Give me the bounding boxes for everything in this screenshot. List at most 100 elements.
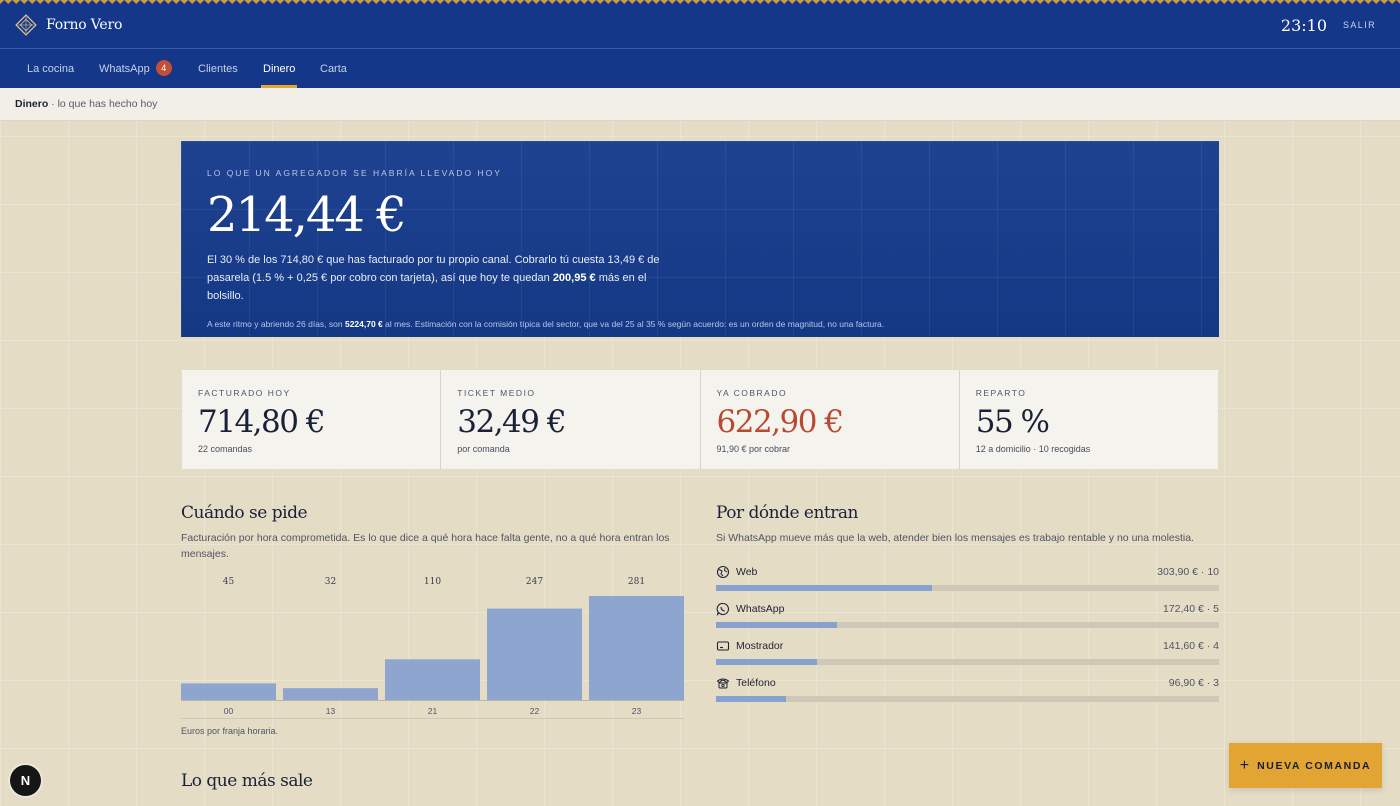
hero-text: El 30 % de los 714,80 € que has facturad… — [207, 251, 677, 305]
brand[interactable]: Forno Vero — [15, 14, 122, 36]
stat-sub: 91,90 € por cobrar — [716, 444, 791, 454]
chart-bar — [283, 688, 378, 700]
stat-sub: 22 comandas — [198, 444, 253, 454]
channel-name: Teléfono — [716, 676, 776, 690]
chart-value-label: 45 — [223, 577, 235, 587]
channel-row-whatsapp: WhatsApp 172,40 € · 5 — [716, 599, 1219, 636]
chart-category-label: 21 — [428, 706, 438, 716]
channel-value: 141,60 € · 4 — [1162, 640, 1219, 652]
plus-icon: + — [1239, 756, 1250, 774]
hourly-chart-svg: 45 00 32 13 110 21 247 22 281 23 — [181, 577, 684, 719]
stat-sub: por comanda — [457, 444, 510, 454]
top-header: Forno Vero 23:10 SALIR — [0, 0, 1400, 49]
chart-category-label: 00 — [224, 706, 234, 716]
channel-bar-fill — [716, 659, 817, 665]
chart-category-label: 13 — [326, 706, 336, 716]
tab-whatsapp[interactable]: WhatsApp 4 — [99, 49, 172, 88]
whatsapp-icon — [716, 602, 729, 616]
hero-text-bold: 200,95 € — [552, 272, 596, 284]
stat-card-facturado: FACTURADO HOY 714,80 € 22 comandas — [182, 370, 442, 469]
chart-caption: Euros por franja horaria. — [181, 726, 279, 736]
channel-value: 303,90 € · 10 — [1157, 566, 1219, 578]
channel-name: Mostrador — [716, 639, 783, 653]
stat-card-ticket: TICKET MEDIO 32,49 € por comanda — [441, 370, 701, 469]
channel-value: 96,90 € · 3 — [1168, 677, 1219, 689]
logout-button[interactable]: SALIR — [1343, 20, 1376, 30]
tab-clientes[interactable]: Clientes — [198, 49, 238, 88]
tab-label: Clientes — [198, 63, 238, 75]
channel-bar-track — [716, 585, 1219, 591]
tab-label: WhatsApp — [99, 63, 150, 75]
breadcrumb-rest: · lo que has hecho hoy — [48, 98, 158, 110]
aggregator-savings-panel: LO QUE UN AGREGADOR SE HABRÍA LLEVADO HO… — [181, 141, 1219, 337]
tab-label: La cocina — [27, 63, 75, 75]
stat-value: 55 % — [975, 404, 1050, 440]
zigzag-border — [0, 0, 1400, 5]
tab-label: Dinero — [263, 63, 296, 75]
brand-name: Forno Vero — [46, 17, 123, 33]
new-order-button[interactable]: + NUEVA COMANDA — [1229, 743, 1382, 788]
tab-carta[interactable]: Carta — [320, 49, 347, 88]
channel-row-web: Web 303,90 € · 10 — [716, 562, 1219, 599]
stats-row: FACTURADO HOY 714,80 € 22 comandas TICKE… — [181, 369, 1219, 470]
channel-row-telefono: Teléfono 96,90 € · 3 — [716, 673, 1219, 710]
section-title: Por dónde entran — [716, 503, 858, 523]
channel-row-mostrador: Mostrador 141,60 € · 4 — [716, 636, 1219, 673]
clock: 23:10 — [1280, 16, 1327, 35]
channel-value: 172,40 € · 5 — [1162, 603, 1219, 615]
channel-bar-fill — [716, 696, 787, 702]
hero-label: LO QUE UN AGREGADOR SE HABRÍA LLEVADO HO… — [207, 168, 502, 178]
hourly-chart: 45 00 32 13 110 21 247 22 281 23 — [181, 574, 684, 724]
chart-category-label: 23 — [632, 706, 642, 716]
globe-icon — [716, 565, 730, 579]
stat-label: TICKET MEDIO — [457, 388, 536, 398]
chart-category-label: 22 — [530, 706, 540, 716]
chart-bar — [181, 683, 276, 700]
channel-bar-track — [716, 696, 1219, 702]
chart-value-label: 281 — [628, 577, 645, 587]
stat-value: 32,49 € — [457, 404, 566, 440]
chart-bar — [487, 608, 582, 700]
main-nav: La cocina WhatsApp 4 Clientes Dinero Cart… — [0, 49, 1400, 88]
breadcrumb-current: Dinero — [15, 98, 49, 110]
top-sellers-title: Lo que más sale — [181, 771, 313, 791]
corner-n-button[interactable]: N — [10, 765, 41, 796]
stat-value: 622,90 € — [716, 404, 845, 440]
channel-label: Teléfono — [736, 677, 776, 689]
chart-value-label: 110 — [424, 577, 441, 587]
tab-la-cocina[interactable]: La cocina — [27, 49, 74, 88]
channel-label: Mostrador — [736, 640, 784, 652]
channel-label: WhatsApp — [736, 603, 785, 615]
channel-name: WhatsApp — [716, 602, 784, 616]
stat-sub: 12 a domicilio · 10 recogidas — [975, 444, 1091, 454]
stat-label: FACTURADO HOY — [198, 388, 291, 398]
hero-note: A este ritmo y abriendo 26 días, son 522… — [207, 319, 1193, 329]
chart-value-label: 247 — [526, 577, 543, 587]
new-order-label: NUEVA COMANDA — [1257, 759, 1372, 772]
chart-value-label: 32 — [325, 577, 336, 587]
channel-bar-fill — [716, 585, 933, 591]
channel-bar-track — [716, 622, 1219, 628]
stat-label: REPARTO — [975, 388, 1027, 398]
tab-label: Carta — [320, 63, 347, 75]
hero-note-part: al mes. Estimación con la comisión típic… — [382, 319, 885, 329]
unread-badge: 4 — [155, 60, 172, 76]
brand-logo-icon — [15, 14, 37, 36]
channels-section: Por dónde entran Si WhatsApp mueve más q… — [716, 503, 1219, 710]
stat-value: 714,80 € — [198, 404, 326, 440]
stat-card-reparto: REPARTO 55 % 12 a domicilio · 10 recogid… — [960, 370, 1218, 469]
hero-note-bold: 5224,70 € — [344, 319, 383, 329]
breadcrumb: Dinero · lo que has hecho hoy — [0, 88, 1400, 121]
section-desc: Facturación por hora comprometida. Es lo… — [181, 532, 670, 560]
section-desc: Si WhatsApp mueve más que la web, atende… — [716, 532, 1195, 544]
chart-bar — [589, 596, 684, 700]
channel-bar-fill — [716, 622, 837, 628]
hero-note-part: A este ritmo y abriendo 26 días, son — [207, 319, 345, 329]
counter-icon — [716, 641, 730, 651]
when-section: Cuándo se pide Facturación por hora comp… — [181, 503, 684, 736]
tab-dinero[interactable]: Dinero — [260, 49, 298, 88]
stat-label: YA COBRADO — [716, 388, 788, 398]
channel-list: Web 303,90 € · 10 WhatsApp 172,40 € · 5 … — [716, 562, 1219, 710]
phone-icon — [716, 678, 730, 689]
channel-bar-track — [716, 659, 1219, 665]
